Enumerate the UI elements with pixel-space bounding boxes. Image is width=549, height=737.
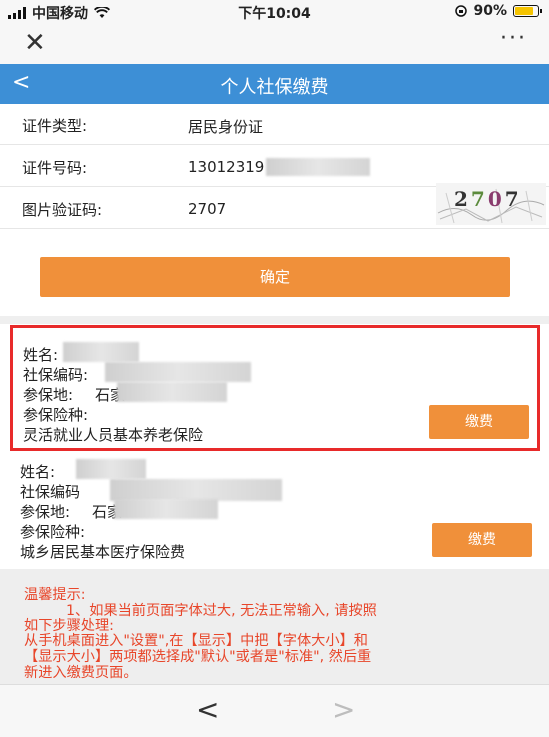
insured-place-label: 参保地: xyxy=(20,503,71,521)
warm-tip-panel: 温馨提示: 1、如果当前页面字体过大, 无法正常输入, 请按照 如下步骤处理: … xyxy=(0,569,549,684)
tip-line: 从手机桌面进入"设置",在【显示】中把【字体大小】和 xyxy=(24,633,368,649)
id-number-label: 证件号码: xyxy=(22,159,88,177)
more-icon[interactable]: ··· xyxy=(500,26,527,51)
captcha-input[interactable]: 2707 xyxy=(188,200,226,218)
insurance-record-card: 姓名: 社保编码: 参保地: 石家 参保险种: 灵活就业人员基本养老保险 缴费 xyxy=(10,325,540,451)
captcha-image[interactable]: 2707 xyxy=(436,183,546,225)
tip-line: 【显示大小】两项都选择成"默认"或者是"标准", 然后重 xyxy=(24,649,372,665)
confirm-button[interactable]: 确定 xyxy=(40,257,510,297)
redacted-name xyxy=(63,342,139,362)
captcha-label: 图片验证码: xyxy=(22,201,103,219)
captcha-digit: 2 xyxy=(454,187,471,211)
insurance-type-value: 灵活就业人员基本养老保险 xyxy=(23,426,204,444)
battery-fill xyxy=(515,7,533,15)
captcha-digit: 0 xyxy=(487,187,505,211)
status-bar: 中国移动 下午10:04 90% xyxy=(0,0,549,24)
pay-button[interactable]: 缴费 xyxy=(432,523,532,557)
forward-arrow-icon[interactable]: > xyxy=(332,693,355,726)
section-divider xyxy=(0,316,549,324)
tip-line: 新进入缴费页面。 xyxy=(24,665,138,681)
battery-icon xyxy=(513,5,542,17)
pay-button[interactable]: 缴费 xyxy=(429,405,529,439)
page-title: 个人社保缴费 xyxy=(220,77,329,98)
insurance-type-label: 参保险种: xyxy=(23,406,89,424)
name-label: 姓名: xyxy=(20,463,56,481)
redacted-place xyxy=(117,382,227,402)
name-label: 姓名: xyxy=(23,346,59,364)
insurance-record-card: 姓名: 社保编码 参保地: 石家 参保险种: 城乡居民基本医疗保险费 缴费 xyxy=(10,455,540,561)
tip-line: 如下步骤处理: xyxy=(24,618,114,634)
captcha-digits: 2707 xyxy=(454,187,522,211)
id-type-label: 证件类型: xyxy=(22,117,88,135)
rotation-lock-icon xyxy=(455,5,468,17)
back-arrow-icon[interactable]: < xyxy=(196,693,219,726)
close-icon[interactable]: ✕ xyxy=(24,28,46,58)
insured-place-label: 参保地: xyxy=(23,386,74,404)
browser-bottom-bar: < > xyxy=(0,684,549,737)
id-number-input[interactable]: 13012319 xyxy=(188,158,264,176)
redacted-id-number xyxy=(266,158,370,176)
captcha-digit: 7 xyxy=(504,187,522,211)
social-code-label: 社保编码: xyxy=(23,366,89,384)
tip-line: 1、如果当前页面字体过大, 无法正常输入, 请按照 xyxy=(66,603,377,619)
social-code-label: 社保编码 xyxy=(20,483,81,501)
battery-percent: 90% xyxy=(473,3,507,19)
insurance-type-value: 城乡居民基本医疗保险费 xyxy=(20,543,186,561)
redacted-place xyxy=(114,499,218,519)
webview-toolbar: ✕ ··· xyxy=(0,24,549,64)
redacted-social-code xyxy=(105,362,251,382)
battery-group: 90% xyxy=(455,3,542,19)
redacted-name xyxy=(76,459,146,479)
id-type-row[interactable]: 证件类型: 居民身份证 xyxy=(0,104,549,145)
captcha-digit: 7 xyxy=(470,187,488,211)
redacted-social-code xyxy=(110,479,282,501)
tip-title: 温馨提示: xyxy=(24,587,86,603)
page-header: < 个人社保缴费 xyxy=(0,64,549,104)
id-type-value[interactable]: 居民身份证 xyxy=(188,116,263,137)
id-number-row: 证件号码: 13012319 xyxy=(0,146,549,187)
insurance-type-label: 参保险种: xyxy=(20,523,86,541)
